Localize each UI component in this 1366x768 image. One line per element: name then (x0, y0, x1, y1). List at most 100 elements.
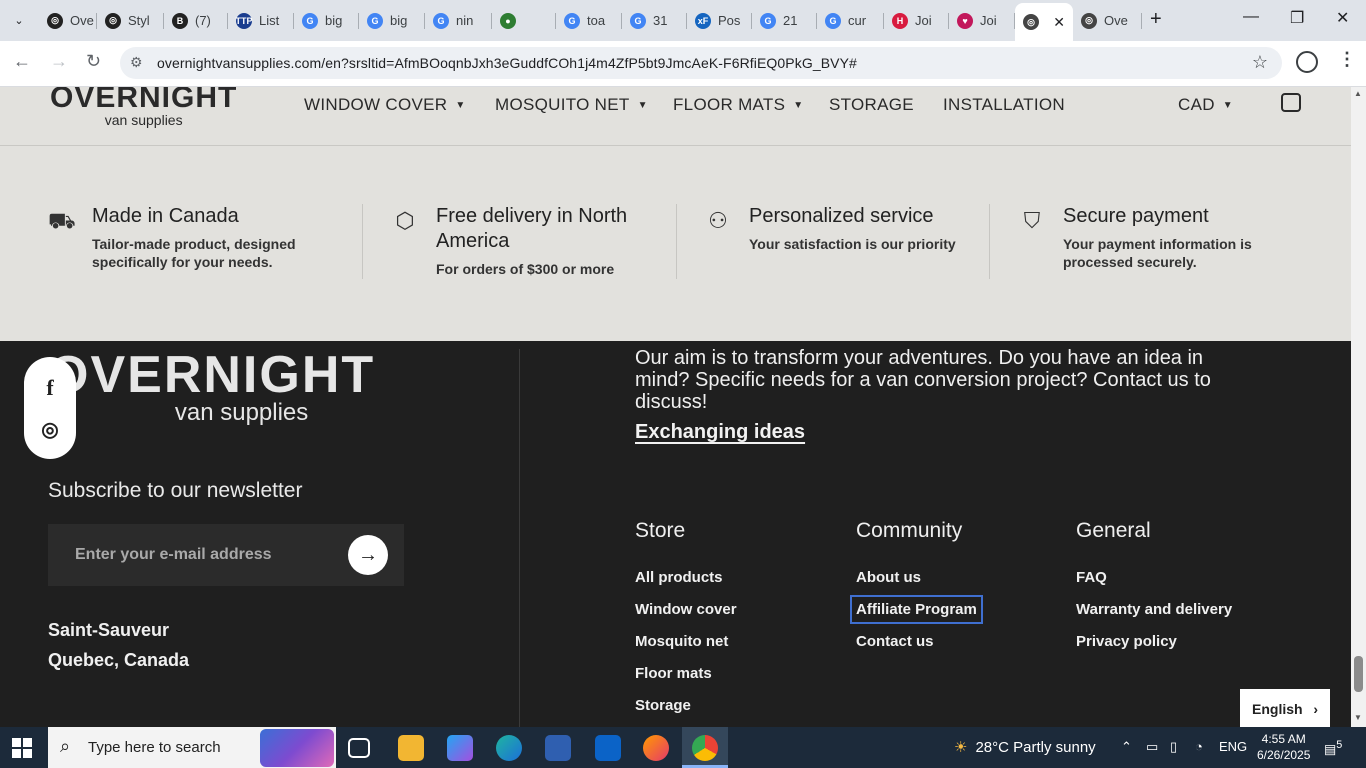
browser-tab-strip: ⌄ ◎ Ove ◎ Styl B (7) TTP List Gbig Gbig Gnin ● Gtoa G… (0, 0, 1366, 41)
scroll-up-icon[interactable]: ▲ (1354, 89, 1362, 98)
browser-tab[interactable]: ● (492, 6, 556, 35)
tab-title: Joi (980, 13, 997, 28)
store-icon[interactable] (545, 735, 571, 761)
link-contact-us[interactable]: Contact us (856, 633, 977, 650)
close-tab-icon[interactable]: ✕ (1053, 14, 1065, 31)
users-icon: ⚇ (708, 208, 728, 233)
tab-title: Styl (128, 13, 150, 28)
link-floor-mats[interactable]: Floor mats (635, 665, 737, 682)
scroll-down-icon[interactable]: ▼ (1354, 713, 1362, 722)
site-info-icon[interactable]: ⚙ (130, 54, 143, 71)
instagram-icon[interactable]: ◎ (24, 417, 76, 442)
chrome-icon[interactable] (692, 735, 718, 761)
tab-favicon-icon: H (892, 12, 908, 29)
notification-count: 5 (1336, 739, 1343, 751)
currency-label: CAD (1178, 95, 1215, 114)
browser-tab[interactable]: Gcur (817, 6, 884, 35)
outlook-icon[interactable] (595, 735, 621, 761)
address-region: Quebec, Canada (48, 650, 190, 670)
nav-installation[interactable]: INSTALLATION (943, 95, 1065, 115)
input-language[interactable]: ENG (1219, 739, 1247, 754)
windows-start-icon[interactable] (12, 738, 32, 758)
close-window-button[interactable]: ✕ (1336, 8, 1349, 28)
back-button[interactable]: ← (13, 51, 31, 72)
address-bar[interactable]: ⚙ overnightvansupplies.com/en?srsltid=Af… (120, 47, 1282, 79)
browser-tab[interactable]: ♥ Joi (949, 6, 1015, 35)
edge-icon[interactable] (496, 735, 522, 761)
feature-text: Your satisfaction is our priority (749, 236, 956, 252)
currency-selector[interactable]: CAD ▼ (1178, 95, 1233, 115)
footer-logo[interactable]: OVERNIGHT van supplies (48, 349, 375, 427)
browser-tab[interactable]: ◎ ✕ (1015, 3, 1073, 41)
firefox-icon[interactable] (643, 735, 669, 761)
taskbar-search[interactable]: ⌕ Type here to search (48, 727, 336, 768)
new-tab-button[interactable]: + (1150, 8, 1162, 31)
nav-mosquito-net[interactable]: MOSQUITO NET ▼ (495, 95, 648, 115)
exchanging-ideas-link[interactable]: Exchanging ideas (635, 421, 805, 444)
browser-tab[interactable]: H Joi (884, 6, 949, 35)
browser-menu-icon[interactable]: ⋮ (1338, 49, 1356, 70)
file-explorer-icon[interactable] (398, 735, 424, 761)
footer-column-store: Store All products Window cover Mosquito… (635, 519, 737, 727)
weather-widget[interactable]: ☀ 28°C Partly sunny (954, 738, 1096, 757)
battery-icon[interactable]: ▯ (1170, 739, 1177, 755)
logo-tagline: van supplies (104, 112, 183, 128)
copilot-icon[interactable] (447, 735, 473, 761)
nav-floor-mats[interactable]: FLOOR MATS ▼ (673, 95, 803, 115)
clock-time: 4:55 AM (1261, 732, 1306, 746)
browser-tab[interactable]: ◎ Styl (97, 6, 164, 35)
browser-tab[interactable]: G 21 (752, 6, 817, 35)
nav-label: MOSQUITO NET (495, 95, 630, 114)
minimize-button[interactable]: — (1243, 8, 1259, 26)
link-window-cover[interactable]: Window cover (635, 601, 737, 618)
link-affiliate-program[interactable]: Affiliate Program (850, 595, 983, 624)
browser-tab[interactable]: G 31 (622, 6, 687, 35)
email-input[interactable] (48, 524, 338, 586)
tab-search-button[interactable]: ⌄ (8, 9, 30, 31)
browser-tab[interactable]: Gnin (425, 6, 492, 35)
site-logo[interactable]: OVERNIGHT van supplies (50, 87, 237, 127)
browser-tab[interactable]: ◎ Ove (1073, 6, 1142, 35)
show-hidden-icons[interactable]: ⌃ (1121, 739, 1132, 755)
column-title: Community (856, 519, 963, 542)
newsletter-form: → (48, 524, 404, 586)
meet-now-icon[interactable]: ▭ (1146, 739, 1158, 755)
facebook-icon[interactable]: f (24, 375, 76, 401)
browser-tab[interactable]: Gtoa (556, 6, 622, 35)
task-view-icon[interactable] (348, 738, 370, 758)
link-warranty-delivery[interactable]: Warranty and delivery (1076, 601, 1232, 618)
browser-tab[interactable]: ◎ Ove (39, 6, 97, 35)
wifi-icon[interactable]: ◔ (1195, 739, 1203, 754)
notifications-icon[interactable]: ▤5 (1324, 739, 1342, 757)
url-text[interactable]: overnightvansupplies.com/en?srsltid=AfmB… (157, 55, 857, 71)
nav-storage[interactable]: STORAGE (829, 95, 914, 115)
logo-wordmark: OVERNIGHT (48, 346, 376, 404)
cart-icon[interactable] (1281, 93, 1301, 112)
feature-made-in-canada: ⛟ Made in Canada Tailor-made product, de… (48, 204, 322, 271)
nav-window-cover[interactable]: WINDOW COVER ▼ (304, 95, 466, 115)
feature-personalized-service: ⚇ Personalized service Your satisfaction… (708, 204, 969, 253)
browser-tab[interactable]: TTP List (228, 6, 294, 35)
system-clock[interactable]: 4:55 AM 6/26/2025 (1257, 731, 1310, 763)
link-mosquito-net[interactable]: Mosquito net (635, 633, 737, 650)
link-about-us[interactable]: About us (856, 569, 977, 586)
link-privacy-policy[interactable]: Privacy policy (1076, 633, 1232, 650)
bookmark-star-icon[interactable]: ☆ (1252, 52, 1268, 73)
profile-icon[interactable] (1296, 51, 1318, 73)
maximize-button[interactable]: ❐ (1290, 8, 1304, 28)
link-faq[interactable]: FAQ (1076, 569, 1232, 586)
language-selector[interactable]: English › (1240, 689, 1330, 727)
browser-tab[interactable]: Gbig (359, 6, 425, 35)
page-scrollbar[interactable]: ▲ ▼ (1351, 87, 1366, 727)
scrollbar-thumb[interactable] (1354, 656, 1363, 692)
link-all-products[interactable]: All products (635, 569, 737, 586)
tab-favicon-icon: B (172, 12, 188, 29)
tab-title: Ove (1104, 13, 1128, 28)
browser-tab[interactable]: B (7) (164, 6, 228, 35)
browser-tab[interactable]: xF Pos (687, 6, 752, 35)
link-storage[interactable]: Storage (635, 697, 737, 714)
browser-tab[interactable]: Gbig (294, 6, 359, 35)
reload-button[interactable]: ↻ (86, 51, 101, 72)
forward-button[interactable]: → (50, 51, 68, 72)
arrow-right-icon[interactable]: → (348, 535, 388, 575)
